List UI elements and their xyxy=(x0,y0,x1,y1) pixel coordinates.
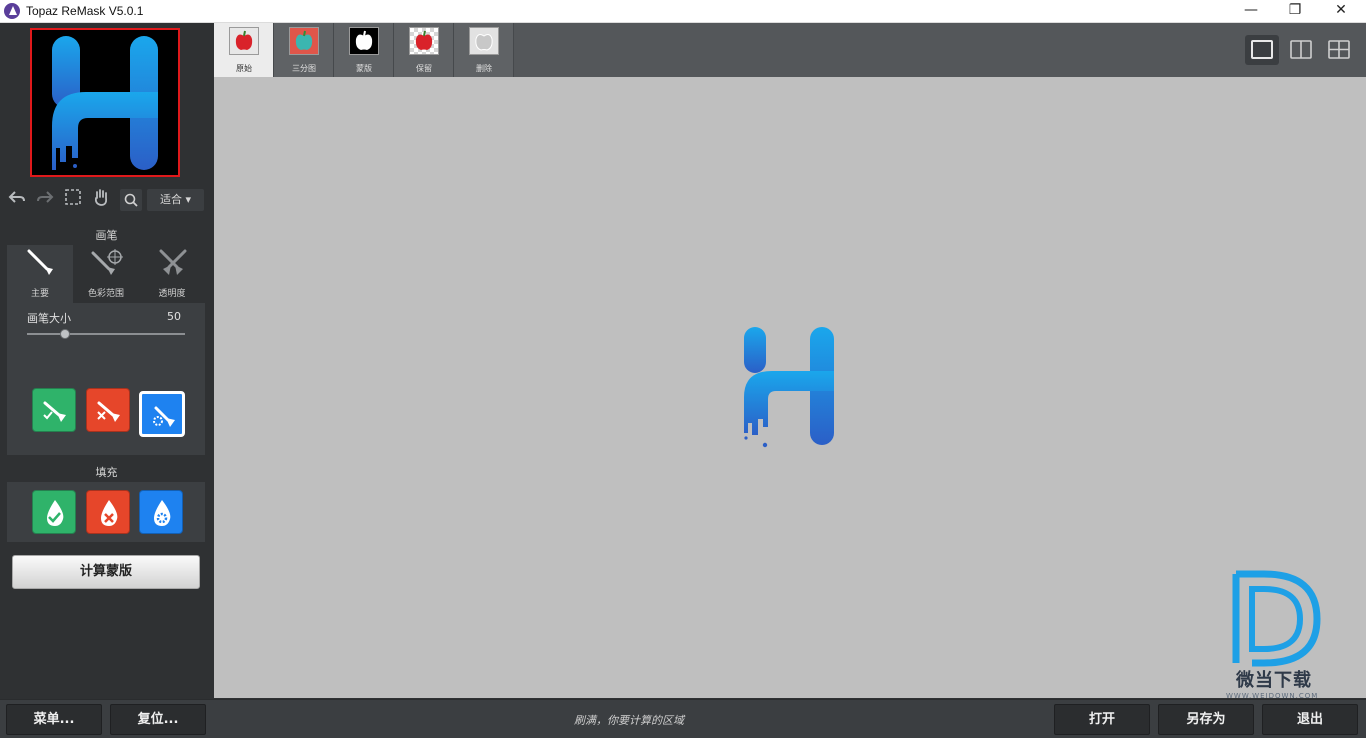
close-button[interactable]: ✕ xyxy=(1318,0,1364,22)
brush-icon xyxy=(27,249,53,275)
save-as-button[interactable]: 另存为 xyxy=(1158,704,1254,735)
tab-brush-main-label: 主要 xyxy=(30,289,49,299)
remove-brush-button[interactable] xyxy=(86,388,130,432)
tab-brush-main[interactable]: 主要 xyxy=(7,245,73,303)
maximize-button[interactable]: ❐ xyxy=(1272,0,1318,22)
tab-keep[interactable]: 保留 xyxy=(394,23,454,77)
bottom-bar: 菜单... 复位... 刷满，你要计算的区域 打开 另存为 退出 xyxy=(0,699,1366,738)
hand-icon[interactable] xyxy=(90,188,112,210)
tab-brush-transparency-label: 透明度 xyxy=(158,289,186,299)
minimize-button[interactable]: — xyxy=(1228,0,1274,22)
remove-thumbnail-icon xyxy=(469,27,499,55)
mask-thumbnail-icon xyxy=(349,27,379,55)
zoom-select[interactable]: 适合 ▾ xyxy=(147,189,204,211)
brush-settings-panel: 画笔大小 50 xyxy=(7,303,205,455)
marquee-icon[interactable] xyxy=(62,188,84,210)
open-button[interactable]: 打开 xyxy=(1054,704,1150,735)
status-text: 刷满，你要计算的区域 xyxy=(574,714,684,727)
remove-fill-button[interactable] xyxy=(86,490,130,534)
single-view-button[interactable] xyxy=(1245,35,1279,65)
tab-original-label: 原始 xyxy=(236,64,252,73)
logo-image xyxy=(744,327,834,448)
view-mode-bar: 原始 三分图 蒙版 保留 删除 xyxy=(214,23,1366,77)
compute-brush-icon xyxy=(153,406,175,427)
compute-mask-button[interactable]: 计算蒙版 xyxy=(12,555,200,589)
keep-thumbnail-icon xyxy=(409,27,439,55)
image-canvas[interactable]: 微当下载 WWW.WEIDOWN.COM xyxy=(214,77,1366,700)
tab-trimap[interactable]: 三分图 xyxy=(274,23,334,77)
tab-mask[interactable]: 蒙版 xyxy=(334,23,394,77)
navigator-preview[interactable] xyxy=(30,28,180,177)
window-title: Topaz ReMask V5.0.1 xyxy=(26,4,144,18)
compute-fill-button[interactable] xyxy=(139,490,183,534)
reset-button[interactable]: 复位... xyxy=(110,704,206,735)
single-view-icon xyxy=(1251,40,1273,59)
tab-mask-label: 蒙版 xyxy=(356,64,372,73)
compute-fill-drop-icon xyxy=(154,500,171,526)
search-icon[interactable] xyxy=(120,189,142,211)
tab-original[interactable]: 原始 xyxy=(214,23,274,77)
transparency-brush-icon xyxy=(159,249,187,275)
remove-fill-drop-icon xyxy=(101,500,118,526)
apple-thumbnail-icon xyxy=(229,27,259,55)
fill-panel xyxy=(7,482,205,542)
tab-trimap-label: 三分图 xyxy=(292,64,316,73)
split-view-button[interactable] xyxy=(1284,35,1318,65)
redo-icon[interactable] xyxy=(34,188,56,210)
app-logo-icon xyxy=(4,3,20,19)
tab-brush-color-range[interactable]: 色彩范围 xyxy=(73,245,139,303)
tab-brush-transparency[interactable]: 透明度 xyxy=(139,245,205,303)
tab-remove-label: 删除 xyxy=(476,64,492,73)
brush-size-label: 画笔大小 xyxy=(27,312,71,325)
tab-brush-color-range-label: 色彩范围 xyxy=(87,289,124,299)
keep-brush-button[interactable] xyxy=(32,388,76,432)
undo-icon[interactable] xyxy=(6,188,28,210)
keep-fill-button[interactable] xyxy=(32,490,76,534)
keep-brush-icon xyxy=(43,401,66,422)
exit-button[interactable]: 退出 xyxy=(1262,704,1358,735)
logo-thumbnail xyxy=(52,36,158,170)
brush-size-slider-thumb[interactable] xyxy=(60,329,70,339)
left-panel: 适合 ▾ 画笔 主要 色彩范围 透明度 画笔大小 50 填充 计算蒙版 xyxy=(0,23,213,699)
color-range-brush-icon xyxy=(91,249,123,275)
quad-view-button[interactable] xyxy=(1322,35,1356,65)
quad-view-icon xyxy=(1328,40,1350,59)
title-bar: Topaz ReMask V5.0.1 — ❐ ✕ xyxy=(0,0,1366,23)
brush-tabs: 主要 色彩范围 透明度 xyxy=(7,245,205,303)
keep-fill-drop-icon xyxy=(47,500,64,526)
brush-section-title: 画笔 xyxy=(95,229,118,242)
watermark-text: 微当下载 xyxy=(1236,670,1312,691)
brush-size-slider[interactable] xyxy=(27,333,185,335)
menu-button[interactable]: 菜单... xyxy=(6,704,102,735)
trimap-thumbnail-icon xyxy=(289,27,319,55)
brush-size-value: 50 xyxy=(167,310,181,323)
view-toolbar: 适合 ▾ xyxy=(0,185,213,213)
compute-brush-button[interactable] xyxy=(139,391,185,437)
split-view-icon xyxy=(1290,40,1312,59)
remove-brush-icon xyxy=(97,401,120,422)
tab-keep-label: 保留 xyxy=(416,64,432,73)
tab-remove[interactable]: 删除 xyxy=(454,23,514,77)
fill-section-title: 填充 xyxy=(95,466,118,479)
